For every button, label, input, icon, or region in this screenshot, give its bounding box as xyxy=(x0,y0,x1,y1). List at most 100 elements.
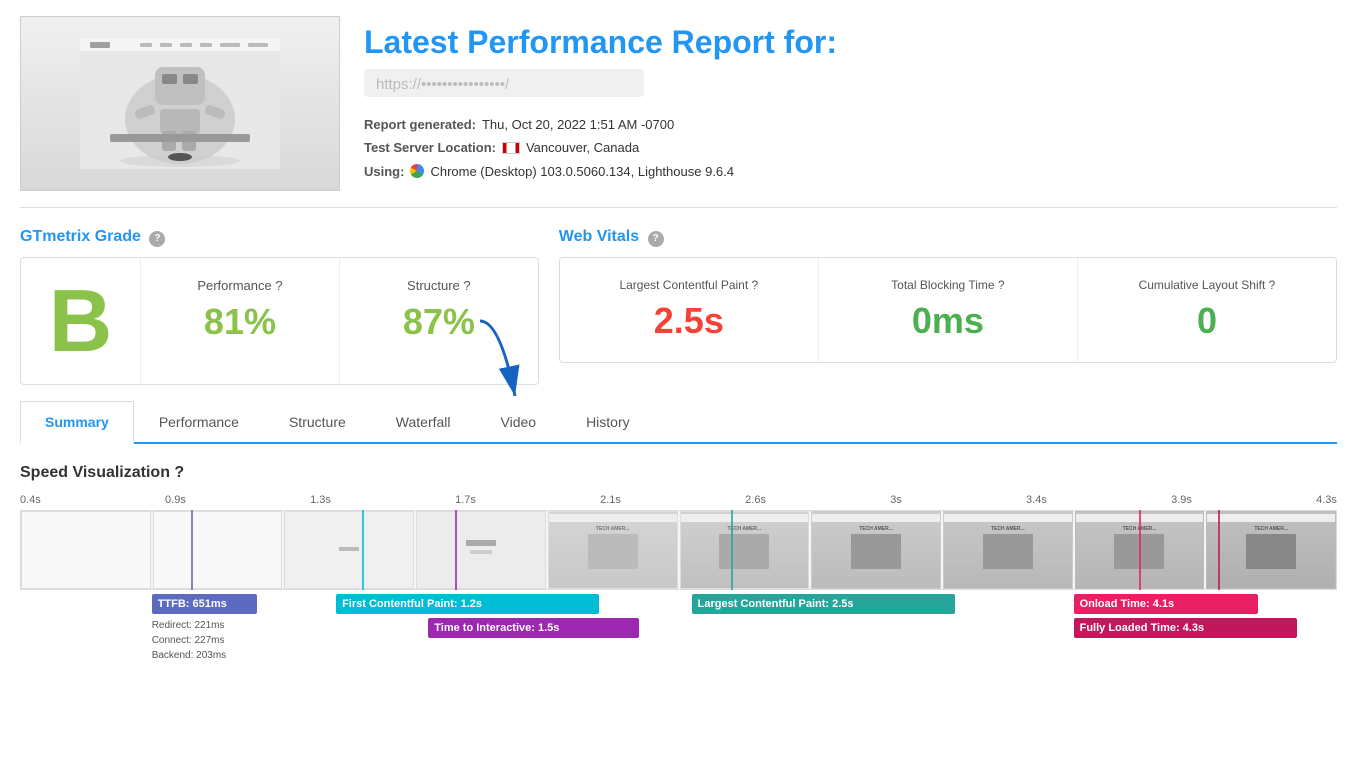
onload-bar: Onload Time: 4.1s xyxy=(1074,594,1258,614)
frame-10: TECH AMER... xyxy=(1206,511,1336,589)
vline-loaded xyxy=(1218,510,1220,590)
ttfb-sublabels: Redirect: 221ms Connect: 227ms Backend: … xyxy=(152,618,227,663)
redirect-label: Redirect: 221ms xyxy=(152,618,227,633)
site-thumbnail xyxy=(20,16,340,191)
lcp-value: 2.5s xyxy=(576,300,802,342)
frame-3 xyxy=(284,511,414,589)
grade-metrics: Performance ? 81% Structure ? 87% xyxy=(141,258,538,384)
header-section: Latest Performance Report for: https://•… xyxy=(20,16,1337,208)
grades-section: GTmetrix Grade ? B Performance ? 81% xyxy=(20,228,1337,385)
marker-8: 3.9s xyxy=(1171,494,1192,506)
report-url: https://••••••••••••••••/ xyxy=(364,69,644,97)
tabs-container: Summary Performance Structure Waterfall … xyxy=(20,401,1337,444)
frame-1 xyxy=(21,511,151,589)
meta-report-generated: Report generated: Thu, Oct 20, 2022 1:51… xyxy=(364,113,1337,136)
lcp-help[interactable]: ? xyxy=(752,278,759,292)
grade-letter: B xyxy=(21,258,141,384)
frame-8: TECH AMER... xyxy=(943,511,1073,589)
vline-ttfb xyxy=(191,510,193,590)
cls-vital: Cumulative Layout Shift ? 0 xyxy=(1078,258,1336,362)
performance-value: 81% xyxy=(165,301,315,343)
structure-metric: Structure ? 87% xyxy=(340,258,538,384)
marker-7: 3.4s xyxy=(1026,494,1047,506)
cls-help[interactable]: ? xyxy=(1269,278,1276,292)
frame-6: TECH AMER... xyxy=(680,511,810,589)
performance-label: Performance ? xyxy=(165,278,315,293)
marker-2: 1.3s xyxy=(310,494,331,506)
using-label: Using: xyxy=(364,160,404,183)
gtmetrix-grade-help[interactable]: ? xyxy=(149,231,165,247)
chrome-icon xyxy=(410,164,424,178)
vline-onload xyxy=(1139,510,1141,590)
canada-flag-icon xyxy=(502,142,520,154)
grade-box: B Performance ? 81% Structure ? xyxy=(20,257,539,385)
vline-fcp xyxy=(362,510,364,590)
fully-loaded-bar: Fully Loaded Time: 4.3s xyxy=(1074,618,1298,638)
report-meta: Report generated: Thu, Oct 20, 2022 1:51… xyxy=(364,113,1337,183)
tab-history[interactable]: History xyxy=(561,401,655,442)
tab-video[interactable]: Video xyxy=(476,401,562,442)
vline-lcp xyxy=(731,510,733,590)
structure-label: Structure ? xyxy=(364,278,514,293)
structure-value: 87% xyxy=(364,301,514,343)
performance-help[interactable]: ? xyxy=(275,278,282,293)
tbt-vital: Total Blocking Time ? 0ms xyxy=(819,258,1078,362)
marker-3: 1.7s xyxy=(455,494,476,506)
speed-viz-help[interactable]: ? xyxy=(174,464,184,481)
frame-2 xyxy=(153,511,283,589)
page-container: Latest Performance Report for: https://•… xyxy=(0,0,1357,696)
server-location-label: Test Server Location: xyxy=(364,136,496,159)
vitals-box: Largest Contentful Paint ? 2.5s Total Bl… xyxy=(559,257,1337,363)
lcp-label: Largest Contentful Paint ? xyxy=(576,278,802,292)
marker-5: 2.6s xyxy=(745,494,766,506)
report-generated-label: Report generated: xyxy=(364,113,476,136)
server-location-value: Vancouver, Canada xyxy=(526,136,639,159)
frame-5: TECH AMER... xyxy=(548,511,678,589)
using-value: Chrome (Desktop) 103.0.5060.134, Lightho… xyxy=(430,160,734,183)
tbt-label: Total Blocking Time ? xyxy=(835,278,1061,292)
web-vitals-panel: Web Vitals ? Largest Contentful Paint ? … xyxy=(559,228,1337,385)
gtmetrix-grade-title: GTmetrix Grade ? xyxy=(20,228,539,247)
marker-0: 0.4s xyxy=(20,494,41,506)
cls-value: 0 xyxy=(1094,300,1320,342)
tab-summary[interactable]: Summary xyxy=(20,401,134,444)
tab-waterfall[interactable]: Waterfall xyxy=(371,401,476,442)
gtmetrix-grade-panel: GTmetrix Grade ? B Performance ? 81% xyxy=(20,228,539,385)
speed-viz-section: Speed Visualization ? 0.4s 0.9s 1.3s 1.7… xyxy=(20,464,1337,664)
lcp-bar: Largest Contentful Paint: 2.5s xyxy=(692,594,955,614)
tbt-value: 0ms xyxy=(835,300,1061,342)
url-blurred: https://••••••••••••••••/ xyxy=(376,76,509,93)
report-generated-value: Thu, Oct 20, 2022 1:51 AM -0700 xyxy=(482,113,674,136)
header-info: Latest Performance Report for: https://•… xyxy=(364,16,1337,183)
fcp-bar: First Contentful Paint: 1.2s xyxy=(336,594,599,614)
meta-server-location: Test Server Location: Vancouver, Canada xyxy=(364,136,1337,159)
timeline-markers: 0.4s 0.9s 1.3s 1.7s 2.1s 2.6s 3s 3.4s 3.… xyxy=(20,494,1337,510)
tti-bar: Time to Interactive: 1.5s xyxy=(428,618,639,638)
connect-label: Connect: 227ms xyxy=(152,633,227,648)
ttfb-bar: TTFB: 651ms xyxy=(152,594,257,614)
marker-9: 4.3s xyxy=(1316,494,1337,506)
tabs-section: Summary Performance Structure Waterfall … xyxy=(20,401,1337,444)
marker-4: 2.1s xyxy=(600,494,621,506)
web-vitals-title: Web Vitals ? xyxy=(559,228,1337,247)
tab-performance[interactable]: Performance xyxy=(134,401,264,442)
speed-viz-title: Speed Visualization ? xyxy=(20,464,1337,482)
frame-4 xyxy=(416,511,546,589)
marker-1: 0.9s xyxy=(165,494,186,506)
marker-6: 3s xyxy=(890,494,902,506)
web-vitals-help[interactable]: ? xyxy=(648,231,664,247)
backend-label: Backend: 203ms xyxy=(152,648,227,663)
meta-using: Using: Chrome (Desktop) 103.0.5060.134, … xyxy=(364,160,1337,183)
structure-help[interactable]: ? xyxy=(463,278,470,293)
tbt-help[interactable]: ? xyxy=(998,278,1005,292)
site-preview-image xyxy=(80,39,280,169)
report-title: Latest Performance Report for: xyxy=(364,24,1337,61)
performance-metric: Performance ? 81% xyxy=(141,258,340,384)
timeline-bars-container: TTFB: 651ms Redirect: 221ms Connect: 227… xyxy=(20,594,1337,664)
lcp-vital: Largest Contentful Paint ? 2.5s xyxy=(560,258,819,362)
frame-7: TECH AMER... xyxy=(811,511,941,589)
vline-tti xyxy=(455,510,457,590)
cls-label: Cumulative Layout Shift ? xyxy=(1094,278,1320,292)
frames-wrapper: TECH AMER... TECH AMER... TECH AMER... xyxy=(20,510,1337,590)
tab-structure[interactable]: Structure xyxy=(264,401,371,442)
